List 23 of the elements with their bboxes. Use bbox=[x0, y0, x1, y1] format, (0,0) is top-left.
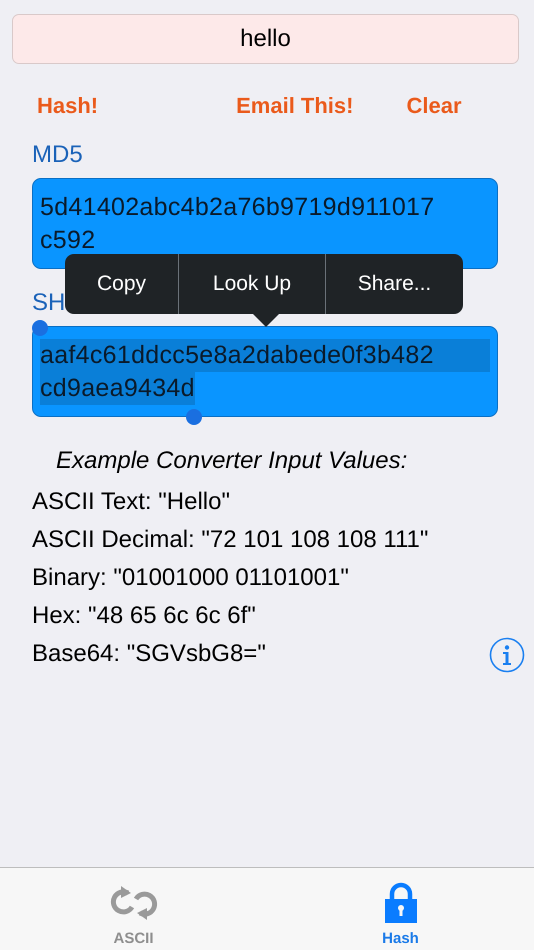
hash-label: MD5 bbox=[32, 141, 84, 169]
menu-item[interactable]: Look Up bbox=[178, 254, 325, 314]
tab[interactable]: Hash bbox=[267, 868, 534, 950]
info-icon[interactable] bbox=[489, 637, 525, 673]
example-text: ASCII Decimal: "72 101 108 108 111" bbox=[32, 525, 428, 555]
lock-icon bbox=[382, 882, 418, 924]
hash-output-field[interactable]: aaf4c61ddcc5e8a2dabede0f3b482 cd9aea9434d bbox=[32, 326, 498, 417]
example-text: Hex: "48 65 6c 6c 6f" bbox=[32, 601, 256, 631]
action-button[interactable]: Hash! bbox=[37, 93, 98, 119]
tab-label: ASCII bbox=[113, 930, 154, 947]
tab-label: Hash bbox=[382, 930, 419, 947]
example-text: ASCII Text: "Hello" bbox=[32, 487, 230, 517]
action-button[interactable]: Clear bbox=[406, 93, 462, 119]
example-text: Binary: "01001000 01101001" bbox=[32, 563, 349, 593]
selection-handle[interactable] bbox=[32, 320, 48, 336]
examples-title: Example Converter Input Values: bbox=[56, 447, 408, 476]
example-text: Base64: "SGVsbG8=" bbox=[32, 639, 266, 669]
selection-handle[interactable] bbox=[186, 409, 202, 425]
tab[interactable]: ASCII bbox=[0, 868, 267, 950]
text-field[interactable]: hello bbox=[12, 14, 519, 64]
menu-item[interactable]: Share... bbox=[325, 254, 463, 314]
action-button[interactable]: Email This! bbox=[236, 93, 354, 119]
hash-label: SH bbox=[32, 289, 66, 317]
